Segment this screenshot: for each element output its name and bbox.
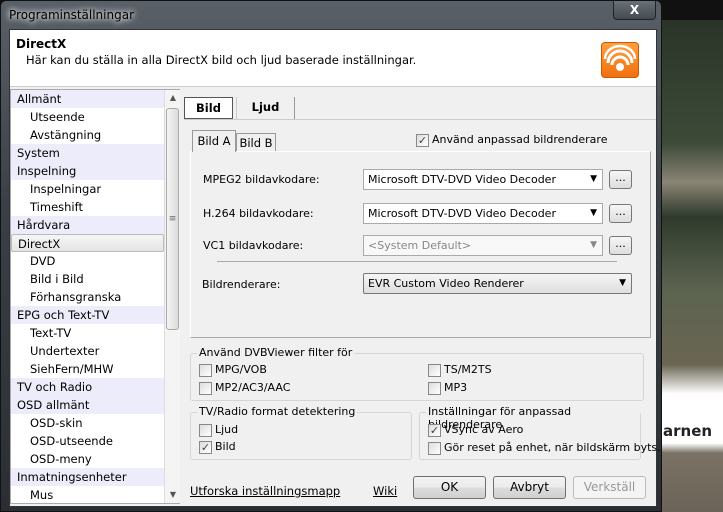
chevron-down-icon: ▼ bbox=[590, 240, 597, 250]
reset-device-checkbox[interactable] bbox=[428, 442, 441, 455]
sidebar-item-bild-i-bild[interactable]: Bild i Bild bbox=[11, 270, 164, 288]
detect-video-label: Bild bbox=[215, 440, 236, 453]
sidebar-item-directx[interactable]: DirectX bbox=[11, 234, 164, 252]
tab-divider bbox=[184, 119, 656, 120]
renderer-value: EVR Custom Video Renderer bbox=[368, 277, 524, 290]
h264-value: Microsoft DTV-DVD Video Decoder bbox=[368, 207, 556, 220]
tab-ljud[interactable]: Ljud bbox=[236, 97, 295, 119]
filter-mp3-label: MP3 bbox=[444, 381, 468, 394]
renderer-select[interactable]: EVR Custom Video Renderer ▼ bbox=[363, 273, 632, 294]
sidebar-item-hårdvara[interactable]: Hårdvara bbox=[11, 216, 164, 234]
format-detect-title: TV/Radio format detektering bbox=[197, 405, 358, 418]
tab-bild[interactable]: Bild bbox=[184, 97, 233, 119]
custom-renderer-label: Använd anpassad bildrenderare bbox=[432, 133, 608, 146]
sidebar-item-tv-och-radio[interactable]: TV och Radio bbox=[11, 378, 164, 396]
vsync-checkbox[interactable]: ✓ bbox=[428, 424, 441, 437]
background-caption: arnen bbox=[663, 422, 713, 440]
mpeg2-label: MPEG2 bildavkodare: bbox=[203, 173, 320, 186]
sidebar-scrollbar[interactable]: ▲ ≡ ▼ bbox=[164, 90, 180, 503]
sidebar-item-osd-allmänt[interactable]: OSD allmänt bbox=[11, 396, 164, 414]
page-title: DirectX bbox=[16, 37, 67, 51]
vsync-label: VSync av Aero bbox=[444, 423, 524, 436]
window-title: Programinställningar bbox=[9, 8, 134, 22]
sidebar-item-förhansgranska-mosaik[interactable]: Förhansgranska mosaik bbox=[11, 288, 164, 322]
dvbviewer-logo-icon bbox=[601, 42, 639, 78]
mpeg2-decoder-select[interactable]: Microsoft DTV-DVD Video Decoder ▼ bbox=[363, 169, 603, 190]
tab-bild-b[interactable]: Bild B bbox=[236, 133, 276, 152]
sidebar-item-utseende[interactable]: Utseende bbox=[11, 108, 164, 126]
filter-ts-checkbox[interactable] bbox=[428, 364, 441, 377]
filter-mp2-label: MP2/AC3/AAC bbox=[215, 381, 291, 394]
renderer-label: Bildrenderare: bbox=[202, 278, 281, 291]
scroll-up-icon[interactable]: ▲ bbox=[165, 90, 181, 106]
sidebar-item-undertexter[interactable]: Undertexter bbox=[11, 342, 164, 360]
page-description: Här kan du ställa in alla DirectX bild o… bbox=[26, 53, 417, 67]
sidebar-item-osd-meny[interactable]: OSD-meny bbox=[11, 450, 164, 468]
sidebar-item-timeshift[interactable]: Timeshift bbox=[11, 198, 164, 216]
header: DirectX Här kan du ställa in alla Direct… bbox=[10, 30, 656, 87]
sidebar-item-siehfern-mhw[interactable]: SiehFern/MHW bbox=[11, 360, 164, 378]
sidebar-item-allmänt[interactable]: Allmänt bbox=[11, 90, 164, 108]
scroll-down-icon[interactable]: ▼ bbox=[165, 487, 181, 503]
sidebar-item-system[interactable]: System bbox=[11, 144, 164, 162]
filter-mpg-vob-label: MPG/VOB bbox=[215, 363, 267, 376]
h264-label: H.264 bildavkodare: bbox=[203, 207, 314, 220]
filter-mp3-checkbox[interactable] bbox=[428, 382, 441, 395]
sidebar-item-inspelning[interactable]: Inspelning bbox=[11, 162, 164, 180]
filter-ts-label: TS/M2TS bbox=[444, 363, 492, 376]
vc1-decoder-select[interactable]: <System Default> ▼ bbox=[363, 235, 603, 256]
explore-settings-folder-link[interactable]: Utforska inställningsmapp bbox=[190, 484, 340, 498]
sidebar-item-text-tv[interactable]: Text-TV bbox=[11, 324, 164, 342]
vc1-properties-button[interactable]: ... bbox=[609, 236, 632, 255]
chevron-down-icon: ▼ bbox=[619, 278, 626, 288]
detect-audio-checkbox[interactable] bbox=[199, 424, 212, 437]
vc1-label: VC1 bildavkodare: bbox=[203, 239, 304, 252]
chevron-down-icon: ▼ bbox=[590, 174, 597, 184]
h264-properties-button[interactable]: ... bbox=[609, 204, 632, 223]
vc1-value: <System Default> bbox=[368, 239, 472, 252]
sidebar-item-inspelningar[interactable]: Inspelningar bbox=[11, 180, 164, 198]
filter-mpg-vob-checkbox[interactable] bbox=[199, 364, 212, 377]
filters-group-title: Använd DVBViewer filter för bbox=[197, 346, 355, 359]
settings-window: Programinställningar X DirectX Här kan d… bbox=[0, 0, 662, 512]
category-list: Allmänt Utseende Avstängning System Inspelni… bbox=[10, 89, 180, 504]
custom-renderer-checkbox[interactable]: ✓ bbox=[416, 134, 429, 147]
cancel-button[interactable]: Avbryt bbox=[493, 476, 566, 499]
sidebar-item-avstängning[interactable]: Avstängning bbox=[11, 126, 164, 144]
wiki-link[interactable]: Wiki bbox=[373, 484, 397, 498]
tab-bild-a[interactable]: Bild A bbox=[192, 130, 236, 152]
detect-video-checkbox[interactable]: ✓ bbox=[199, 441, 212, 454]
close-button[interactable]: X bbox=[613, 1, 656, 20]
reset-device-label: Gör reset på enhet, när bildskärm byts. bbox=[444, 441, 661, 454]
sidebar-item-mus[interactable]: Mus bbox=[11, 486, 164, 504]
h264-decoder-select[interactable]: Microsoft DTV-DVD Video Decoder ▼ bbox=[363, 203, 603, 224]
ok-button[interactable]: OK bbox=[413, 476, 486, 499]
separator bbox=[217, 261, 617, 262]
apply-button[interactable]: Verkställ bbox=[573, 476, 646, 499]
scroll-thumb[interactable]: ≡ bbox=[166, 108, 179, 330]
detect-audio-label: Ljud bbox=[215, 423, 239, 436]
sidebar-item-epg-och-text-tv[interactable]: EPG och Text-TV bbox=[11, 306, 164, 324]
mpeg2-value: Microsoft DTV-DVD Video Decoder bbox=[368, 173, 556, 186]
chevron-down-icon: ▼ bbox=[590, 208, 597, 218]
sidebar-item-osd-skin[interactable]: OSD-skin bbox=[11, 414, 164, 432]
sidebar-item-inmatningsenheter[interactable]: Inmatningsenheter bbox=[11, 468, 164, 486]
filter-mp2-checkbox[interactable] bbox=[199, 382, 212, 395]
mpeg2-properties-button[interactable]: ... bbox=[609, 170, 632, 189]
sidebar-item-osd-utseende[interactable]: OSD-utseende bbox=[11, 432, 164, 450]
sidebar-item-dvd[interactable]: DVD bbox=[11, 252, 164, 270]
window-client: DirectX Här kan du ställa in alla Direct… bbox=[9, 29, 661, 507]
